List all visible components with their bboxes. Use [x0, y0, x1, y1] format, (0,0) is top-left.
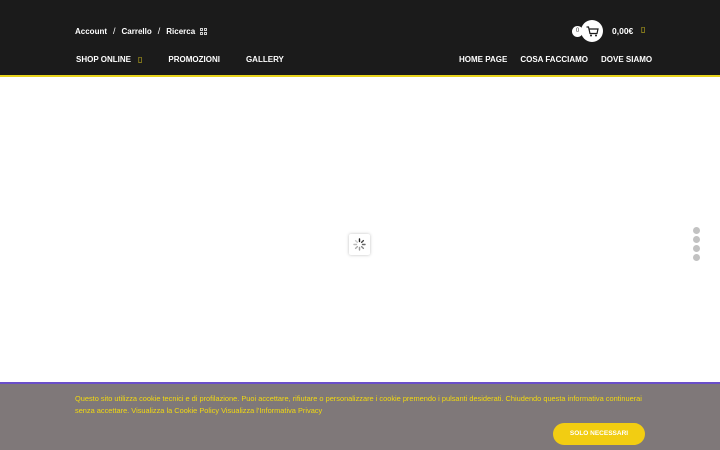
nav-item-dove-siamo[interactable]: DOVE SIAMO — [601, 55, 652, 64]
only-necessary-button[interactable]: SOLO NECESSARI — [553, 423, 645, 445]
cart-link[interactable]: Carrello — [122, 27, 152, 36]
account-link[interactable]: Account — [75, 27, 107, 36]
slide-dot[interactable] — [693, 254, 700, 261]
nav-item-cosa-facciamo[interactable]: COSA FACCIAMO — [520, 55, 588, 64]
separator: / — [113, 26, 116, 36]
cookie-notice-text: Questo sito utilizza cookie tecnici e di… — [75, 394, 642, 415]
cart-total[interactable]: 0,00€ — [612, 26, 633, 36]
slide-dot[interactable] — [693, 227, 700, 234]
search-link[interactable]: Ricerca — [166, 27, 195, 36]
separator: / — [157, 26, 161, 36]
chevron-down-icon: ▯ — [137, 55, 143, 64]
top-links: Account / Carrello / Ricerca — [75, 26, 208, 36]
nav-item-promozioni[interactable]: PROMOZIONI — [168, 55, 220, 64]
nav-item-shop-online[interactable]: SHOP ONLINE ▯ — [76, 55, 142, 64]
main-nav-right: HOME PAGE COSA FACCIAMO DOVE SIAMO — [459, 55, 665, 64]
nav-item-home-page[interactable]: HOME PAGE — [459, 55, 507, 64]
shopping-cart-icon — [586, 25, 599, 36]
spinner-icon — [353, 238, 366, 251]
chevron-down-icon[interactable]: ▯ — [641, 25, 645, 34]
site-header: Account / Carrello / Ricerca 0 0,00€ ▯ S… — [0, 0, 720, 77]
loading-spinner — [349, 234, 370, 255]
cart-button[interactable] — [581, 20, 603, 42]
nav-item-gallery[interactable]: GALLERY — [246, 55, 284, 64]
slide-dot[interactable] — [693, 245, 700, 252]
search-grid-icon[interactable] — [200, 27, 208, 35]
main-nav-left: SHOP ONLINE ▯ PROMOZIONI GALLERY — [76, 55, 310, 64]
slide-nav-dots — [693, 227, 700, 263]
cookie-banner: Questo sito utilizza cookie tecnici e di… — [0, 382, 720, 450]
nav-label: SHOP ONLINE — [76, 55, 131, 64]
slide-dot[interactable] — [693, 236, 700, 243]
